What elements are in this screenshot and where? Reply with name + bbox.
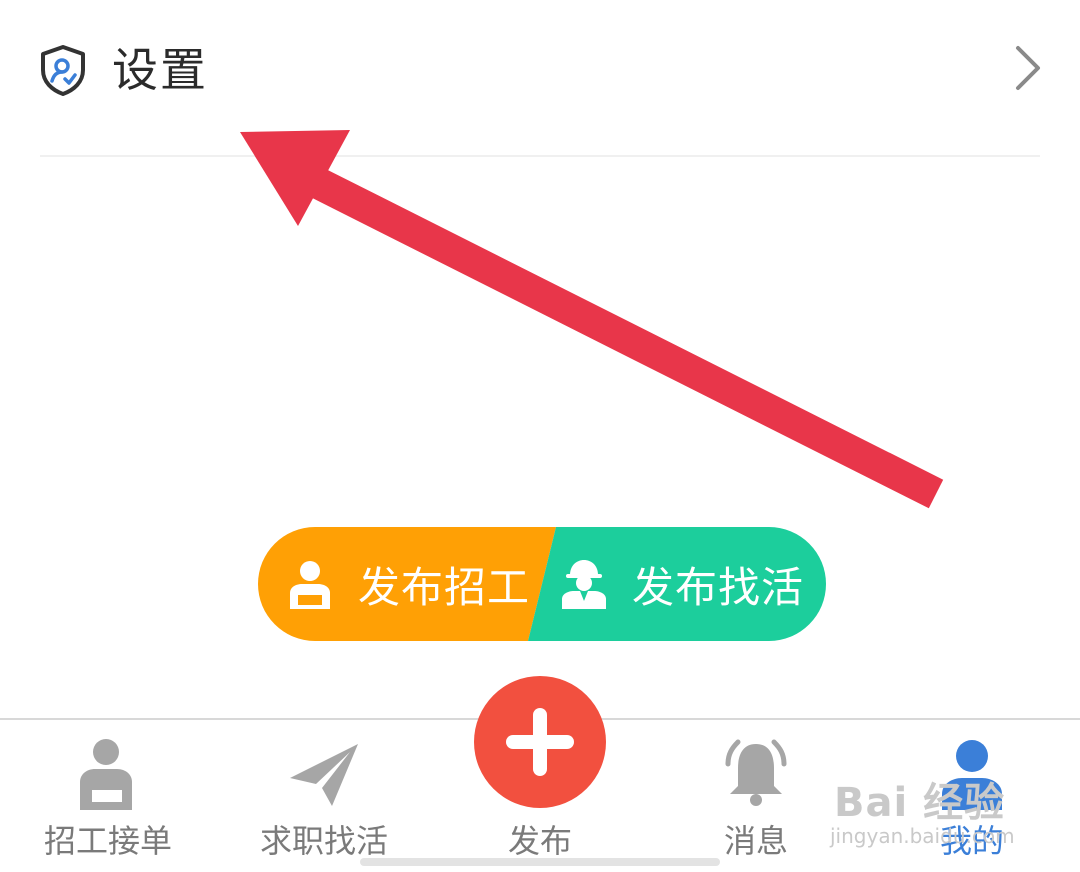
publish-find-work-button[interactable]: 发布找活 — [548, 527, 826, 641]
tab-recruit-orders[interactable]: 招工接单 — [28, 720, 188, 872]
baidu-watermark: Bai 经验 jingyan.baidu.com — [828, 752, 1068, 852]
publish-recruit-label: 发布招工 — [358, 562, 531, 612]
chevron-right-icon — [1016, 46, 1040, 90]
plus-icon — [506, 708, 574, 776]
publish-find-work-label: 发布找活 — [632, 562, 805, 612]
settings-row[interactable]: 设置 — [0, 0, 1080, 150]
tab-label: 求职找活 — [259, 822, 388, 860]
publish-menu: 发布招工 发布找活 — [258, 527, 826, 641]
tab-messages[interactable]: 消息 — [676, 720, 836, 872]
bell-icon — [725, 739, 787, 806]
publish-fab-button[interactable] — [474, 676, 606, 808]
home-indicator — [360, 858, 720, 866]
helmet-worker-icon — [562, 560, 606, 609]
shield-user-icon — [41, 45, 85, 96]
publish-recruit-button[interactable]: 发布招工 — [258, 527, 548, 641]
tab-label: 招工接单 — [43, 822, 172, 860]
settings-label: 设置 — [112, 43, 208, 97]
divider — [40, 155, 1040, 157]
paper-plane-icon — [290, 744, 358, 806]
watermark-sub: jingyan.baidu.com — [830, 824, 1015, 848]
worker-icon — [290, 561, 330, 609]
tab-label: 发布 — [507, 822, 572, 860]
watermark-main: Bai 经验 — [834, 780, 1006, 826]
tab-find-work[interactable]: 求职找活 — [244, 720, 404, 872]
tab-label: 消息 — [723, 822, 788, 860]
worker-desk-icon — [80, 739, 132, 810]
